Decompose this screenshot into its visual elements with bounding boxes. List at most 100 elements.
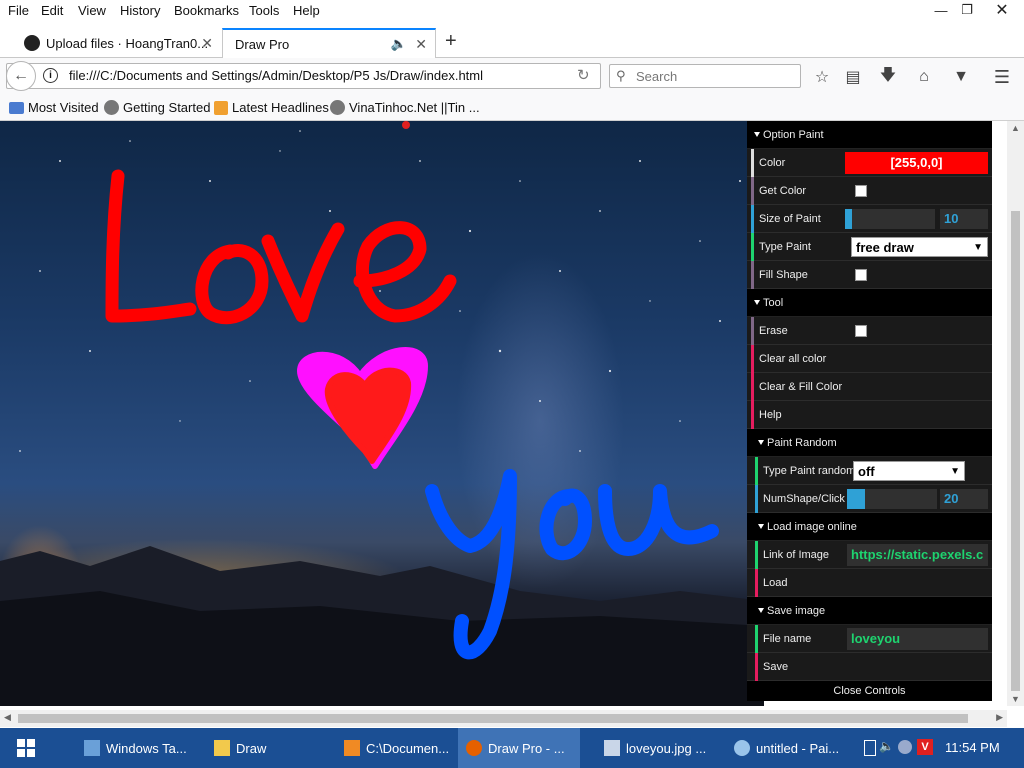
tab-draw-pro[interactable]: Draw Pro 🔈 ✕ <box>222 28 436 58</box>
fill-shape-checkbox[interactable] <box>855 269 867 281</box>
home-icon[interactable]: ⌂ <box>913 66 935 88</box>
color-swatch[interactable]: [255,0,0] <box>845 152 988 174</box>
audio-icon[interactable]: 🔈 <box>391 36 407 52</box>
clear-all-label: Clear all color <box>759 352 827 365</box>
clear-all-button[interactable]: Clear all color <box>747 345 992 373</box>
size-slider-fill <box>845 209 853 229</box>
bookmark-getting-started[interactable]: Getting Started <box>104 100 210 115</box>
search-bar[interactable]: ⚲ Search <box>609 64 801 88</box>
help-button[interactable]: Help <box>747 401 992 429</box>
bookmark-vinatinhoc[interactable]: VinaTinhoc.Net ||Tin ... <box>330 100 480 115</box>
get-color-control: Get Color <box>747 177 992 205</box>
controls-panel: Option Paint Color [255,0,0] Get Color S… <box>747 121 992 701</box>
pocket-icon[interactable]: ▼ <box>950 66 972 88</box>
get-color-label: Get Color <box>759 184 807 197</box>
hamburger-menu-icon[interactable]: ☰ <box>991 66 1013 88</box>
taskbar-label: loveyou.jpg ... <box>626 740 707 756</box>
task-manager-icon <box>84 740 100 756</box>
close-tab-icon[interactable]: ✕ <box>415 36 427 53</box>
menu-bar: File Edit View History Bookmarks Tools H… <box>0 0 1024 24</box>
folder-option-paint[interactable]: Option Paint <box>747 121 992 149</box>
taskbar-task-manager[interactable]: Windows Ta... <box>76 728 198 768</box>
vertical-scroll-thumb[interactable] <box>1011 211 1020 691</box>
horizontal-scroll-thumb[interactable] <box>18 714 968 723</box>
start-button[interactable] <box>0 728 52 768</box>
menu-help[interactable]: Help <box>293 3 320 18</box>
new-tab-button[interactable]: + <box>445 30 457 53</box>
tray-volume-icon[interactable]: 🔈 <box>879 739 894 753</box>
folder-paint-random[interactable]: Paint Random <box>747 429 992 457</box>
bookmarks-toolbar: Most Visited Getting Started Latest Head… <box>0 95 1024 121</box>
type-paint-value: free draw <box>856 240 914 255</box>
scroll-right-icon[interactable]: ▶ <box>996 712 1003 723</box>
bookmark-most-visited[interactable]: Most Visited <box>9 100 99 115</box>
type-random-select[interactable]: off ▼ <box>853 461 965 481</box>
size-label: Size of Paint <box>759 212 821 225</box>
save-button[interactable]: Save <box>747 653 992 681</box>
size-slider[interactable] <box>845 209 935 229</box>
tray-app-icon[interactable]: V <box>917 739 933 755</box>
taskbar-label: C:\Documen... <box>366 740 450 756</box>
folder-tool[interactable]: Tool <box>747 289 992 317</box>
link-input[interactable]: https://static.pexels.c <box>847 544 988 566</box>
save-label: Save <box>763 660 789 673</box>
menu-view[interactable]: View <box>78 3 106 18</box>
folder-save-image[interactable]: Save image <box>747 597 992 625</box>
globe-icon <box>330 100 345 115</box>
info-icon[interactable]: i <box>43 68 58 83</box>
chevron-down-icon: ▼ <box>973 242 983 253</box>
clear-fill-button[interactable]: Clear & Fill Color <box>747 373 992 401</box>
get-color-checkbox[interactable] <box>855 185 867 197</box>
folder-title: Tool <box>763 296 784 309</box>
type-paint-select[interactable]: free draw ▼ <box>851 237 988 257</box>
menu-edit[interactable]: Edit <box>41 3 63 18</box>
filename-input[interactable]: loveyou <box>847 628 988 650</box>
folder-load-image[interactable]: Load image online <box>747 513 992 541</box>
vertical-scrollbar[interactable]: ▲ ▼ <box>1007 121 1024 706</box>
taskbar-image-viewer[interactable]: loveyou.jpg ... <box>596 728 718 768</box>
taskbar-paint[interactable]: untitled - Pai... <box>726 728 848 768</box>
bookmark-latest-headlines[interactable]: Latest Headlines <box>214 100 329 115</box>
reading-list-icon[interactable]: ▤ <box>842 66 864 88</box>
bookmark-label: VinaTinhoc.Net ||Tin ... <box>349 100 480 115</box>
close-tab-icon[interactable]: ✕ <box>201 35 213 52</box>
scroll-up-icon[interactable]: ▲ <box>1011 123 1020 133</box>
erase-checkbox[interactable] <box>855 325 867 337</box>
tab-upload-files[interactable]: Upload files · HoangTran0... ✕ <box>16 28 221 58</box>
close-controls-button[interactable]: Close Controls <box>747 681 992 701</box>
scroll-down-icon[interactable]: ▼ <box>1011 694 1020 704</box>
filename-control: File name loveyou <box>747 625 992 653</box>
url-text[interactable]: file:///C:/Documents and Settings/Admin/… <box>69 68 483 83</box>
taskbar-label: Draw <box>236 740 267 756</box>
reload-icon[interactable]: ↻ <box>577 66 590 84</box>
row-indicator <box>751 149 754 177</box>
numshape-slider[interactable] <box>847 489 937 509</box>
taskbar-sublime[interactable]: C:\Documen... <box>336 728 458 768</box>
close-window-icon[interactable]: ✕ <box>987 0 1017 20</box>
load-button[interactable]: Load <box>747 569 992 597</box>
menu-tools[interactable]: Tools <box>249 3 279 18</box>
downloads-icon[interactable]: 🡇 <box>877 66 899 88</box>
url-bar[interactable]: ← i file:///C:/Documents and Settings/Ad… <box>6 61 601 91</box>
menu-bookmarks[interactable]: Bookmarks <box>174 3 239 18</box>
menu-history[interactable]: History <box>120 3 160 18</box>
tray-network-icon[interactable] <box>898 740 912 754</box>
maximize-icon[interactable]: ❐ <box>952 0 982 20</box>
tab-bar: Upload files · HoangTran0... ✕ Draw Pro … <box>0 24 1024 58</box>
windows-taskbar: Windows Ta... Draw C:\Documen... Draw Pr… <box>0 728 1024 768</box>
taskbar-clock[interactable]: 11:54 PM <box>945 740 1000 755</box>
horizontal-scrollbar[interactable]: ◀ ▶ <box>0 710 1007 727</box>
taskbar-draw-folder[interactable]: Draw <box>206 728 328 768</box>
back-button[interactable]: ← <box>6 61 36 91</box>
menu-file[interactable]: File <box>8 3 29 18</box>
search-placeholder: Search <box>636 69 678 84</box>
color-value: [255,0,0] <box>890 155 943 170</box>
drawing-canvas[interactable] <box>0 121 764 706</box>
tray-battery-icon[interactable] <box>864 740 876 756</box>
row-indicator <box>751 401 754 429</box>
taskbar-firefox[interactable]: Draw Pro - ... <box>458 728 580 768</box>
numshape-number-input[interactable]: 20 <box>940 489 988 509</box>
star-bookmark-icon[interactable]: ☆ <box>811 66 833 88</box>
size-number-input[interactable]: 10 <box>940 209 988 229</box>
scroll-left-icon[interactable]: ◀ <box>4 712 11 723</box>
